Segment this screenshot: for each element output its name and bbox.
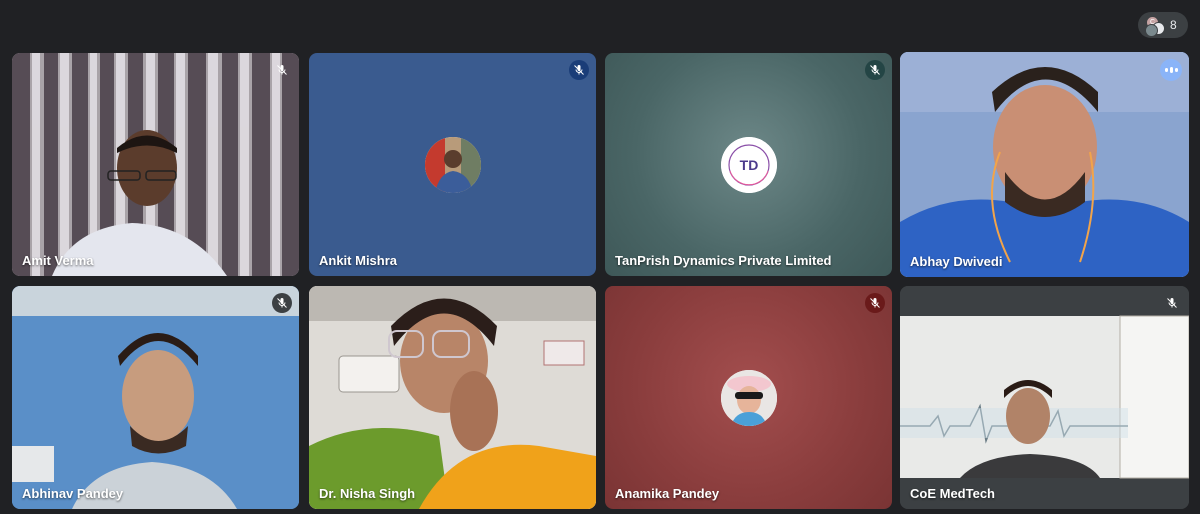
mic-off-icon [870,298,880,308]
participant-name: CoE MedTech [910,486,995,501]
video-feed [900,52,1189,277]
muted-indicator [569,60,589,80]
avatar [720,369,777,426]
participant-name: Dr. Nisha Singh [319,486,416,501]
muted-indicator [272,60,292,80]
muted-indicator [1162,293,1182,313]
video-feed [12,53,299,276]
mic-off-icon [1167,298,1177,308]
video-feed [12,286,299,509]
participant-name: Abhinav Pandey [22,486,124,501]
participant-name: Anamika Pandey [615,486,720,501]
mic-off-icon [870,65,880,75]
mic-off-icon [277,298,287,308]
participant-tile[interactable]: Ankit Mishra [309,53,596,276]
participant-avatars-icon: C [1145,16,1165,37]
video-feed [900,286,1189,509]
participant-name: Abhay Dwivedi [910,254,1003,269]
avatar [424,136,481,193]
company-logo: TD [720,136,777,193]
participant-name: TanPrish Dynamics Private Limited [615,253,832,268]
participant-tile[interactable]: Abhinav Pandey [12,286,299,509]
mic-off-icon [574,65,584,75]
mic-off-icon [277,65,287,75]
participant-name: Ankit Mishra [319,253,398,268]
participants-button[interactable]: C 8 [1138,12,1188,38]
participant-tile[interactable]: TD TanPrish Dynamics Private Limited [605,53,892,276]
participant-tile[interactable]: Dr. Nisha Singh [309,286,596,509]
video-feed [309,286,596,509]
participant-tile[interactable]: Amit Verma [12,53,299,276]
participant-name: Amit Verma [22,253,94,268]
muted-indicator [865,293,885,313]
speaking-indicator-icon [1160,59,1182,81]
participant-tile[interactable]: CoE MedTech [900,286,1189,509]
participant-tile[interactable]: Anamika Pandey [605,286,892,509]
participant-tile-active-speaker[interactable]: Abhay Dwivedi [900,52,1189,277]
muted-indicator [865,60,885,80]
logo-text: TD [739,157,758,173]
muted-indicator [272,293,292,313]
meeting-grid: C 8 Amit Verma Ankit Mishra TD TanPrish … [0,0,1200,514]
participant-count: 8 [1170,18,1177,32]
